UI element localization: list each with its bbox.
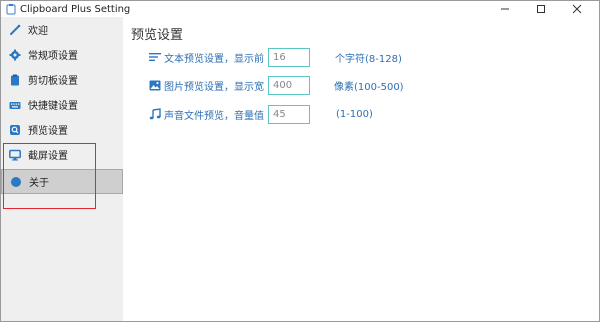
text-preview-hint: 个字符(8-128) <box>335 53 402 65</box>
sidebar-item-screenshot[interactable]: 截屏设置 <box>1 142 123 167</box>
text-preview-label: 文本预览设置，显示前 <box>164 53 264 65</box>
image-icon <box>148 79 161 92</box>
image-preview-row: 图片预览设置，显示宽 像素(100-500) <box>148 75 404 95</box>
clipboard-icon <box>8 73 22 87</box>
music-note-icon <box>148 108 161 121</box>
keyboard-icon <box>8 98 22 112</box>
wand-icon <box>8 23 22 37</box>
main-panel: 预览设置 文本预览设置，显示前 个字符(8-128) 图片预览设置，显示宽 像素… <box>123 17 599 321</box>
close-icon <box>572 4 582 14</box>
window-controls <box>487 1 595 17</box>
sidebar-item-label: 关于 <box>29 178 49 189</box>
sidebar-item-preview[interactable]: 预览设置 <box>1 117 123 142</box>
audio-preview-label: 声音文件预览，音量值 <box>164 110 264 122</box>
text-preview-row: 文本预览设置，显示前 个字符(8-128) <box>148 47 402 67</box>
page-title: 预览设置 <box>131 28 184 43</box>
monitor-icon <box>8 148 22 162</box>
audio-volume-hint: (1-100) <box>336 108 373 120</box>
minimize-button[interactable] <box>487 1 523 17</box>
image-preview-hint: 像素(100-500) <box>334 81 404 93</box>
sidebar-item-general[interactable]: 常规项设置 <box>1 42 123 67</box>
sidebar-item-label: 剪切板设置 <box>28 76 78 87</box>
sidebar-item-label: 预览设置 <box>28 126 68 137</box>
sidebar: 欢迎 常规项设置 剪切板设置 快捷键设置 预览设置 截屏设置 关于 <box>1 17 123 321</box>
minimize-icon <box>501 8 509 10</box>
audio-preview-row: 声音文件预览，音量值 (1-100) <box>148 104 373 124</box>
settings-window: Clipboard Plus Setting 欢迎 常规项设置 剪切板设置 快捷… <box>0 0 600 322</box>
title-bar[interactable]: Clipboard Plus Setting <box>1 1 599 17</box>
sidebar-item-label: 欢迎 <box>28 26 48 37</box>
sidebar-item-about[interactable]: 关于 <box>1 169 123 194</box>
info-icon <box>9 175 23 189</box>
sidebar-item-label: 快捷键设置 <box>28 101 78 112</box>
sidebar-item-hotkeys[interactable]: 快捷键设置 <box>1 92 123 117</box>
sidebar-item-welcome[interactable]: 欢迎 <box>1 17 123 42</box>
close-button[interactable] <box>559 1 595 17</box>
sidebar-item-label: 截屏设置 <box>28 151 68 162</box>
sidebar-item-label: 常规项设置 <box>28 51 78 62</box>
image-preview-label: 图片预览设置，显示宽 <box>164 81 264 93</box>
app-icon <box>5 3 16 15</box>
maximize-button[interactable] <box>523 1 559 17</box>
text-preview-length-input[interactable] <box>268 47 310 67</box>
gear-icon <box>8 48 22 62</box>
audio-volume-input[interactable] <box>268 104 310 124</box>
maximize-icon <box>537 5 545 13</box>
image-preview-width-input[interactable] <box>268 75 310 95</box>
text-lines-icon <box>148 51 161 64</box>
window-title: Clipboard Plus Setting <box>20 3 131 15</box>
preview-icon <box>8 123 22 137</box>
sidebar-item-clipboard[interactable]: 剪切板设置 <box>1 67 123 92</box>
